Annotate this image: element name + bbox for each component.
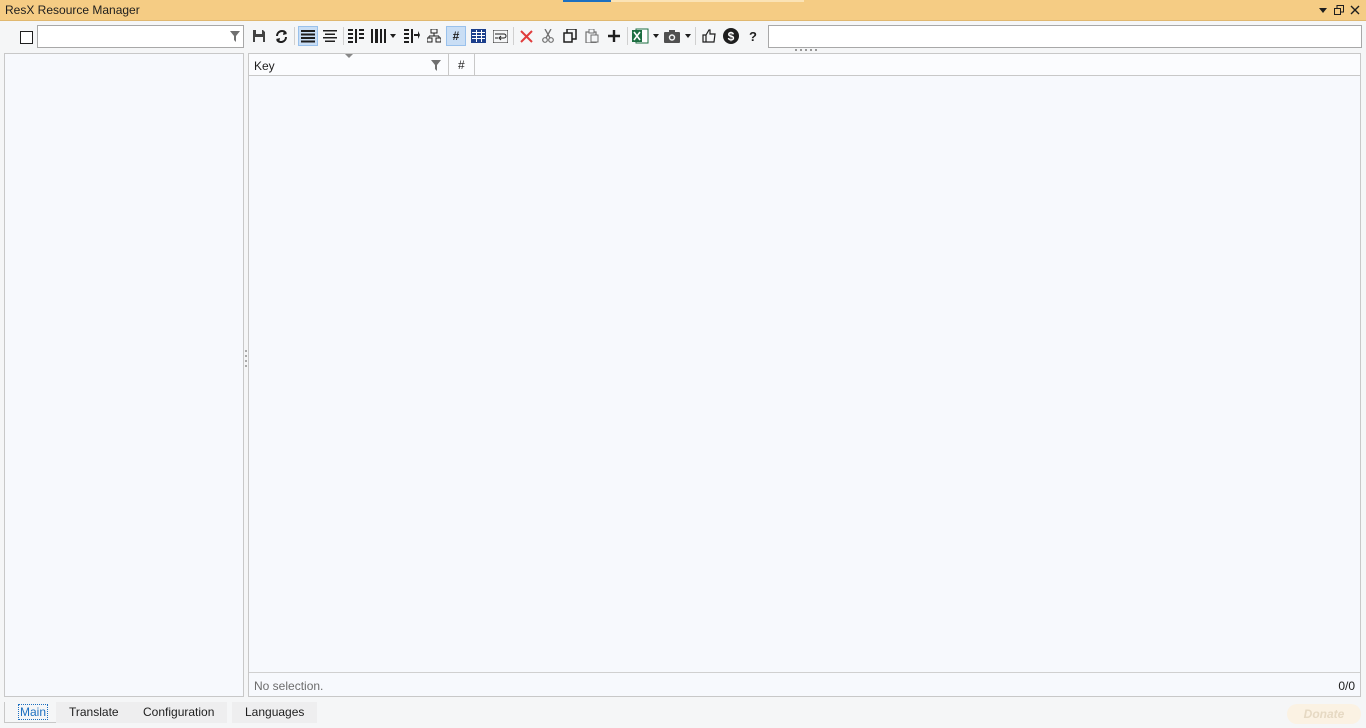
toolbar-separator: [294, 27, 295, 45]
window-titlebar: ResX Resource Manager: [0, 0, 1366, 21]
resource-grid[interactable]: Key # No selection. 0/0: [248, 53, 1361, 697]
tab-translate[interactable]: Translate: [56, 702, 132, 723]
move-column-icon[interactable]: [402, 26, 422, 46]
tab-main[interactable]: Main: [4, 702, 63, 723]
window-title: ResX Resource Manager: [5, 3, 140, 17]
filter-icon: [230, 31, 240, 42]
item-count: 0/0: [1338, 679, 1355, 693]
close-icon[interactable]: [1348, 3, 1362, 17]
delete-icon[interactable]: [516, 26, 536, 46]
column-header-key[interactable]: Key: [249, 54, 449, 76]
column-filter-icon[interactable]: [431, 60, 441, 71]
list-view-icon[interactable]: [298, 26, 318, 46]
dropdown-arrow-icon[interactable]: [1316, 3, 1330, 17]
toolbar-separator: [513, 27, 514, 45]
bottom-tabs: Main Translate Configuration Languages: [0, 700, 1366, 728]
toolbar: # $ ?: [0, 22, 1366, 51]
save-icon[interactable]: [249, 26, 269, 46]
project-tree-panel[interactable]: [4, 53, 244, 697]
toolbar-grip[interactable]: [795, 49, 817, 52]
column-header-label: Key: [254, 59, 275, 73]
toolbar-separator: [343, 27, 344, 45]
svg-text:$: $: [728, 30, 735, 44]
donate-dollar-icon[interactable]: $: [721, 26, 741, 46]
word-wrap-icon[interactable]: [490, 26, 510, 46]
tab-languages[interactable]: Languages: [232, 702, 318, 723]
reload-icon[interactable]: [271, 26, 291, 46]
selection-status: No selection.: [254, 679, 324, 693]
project-filter-input[interactable]: [37, 25, 244, 48]
titlebar-accent-light: [611, 0, 804, 2]
panel-splitter[interactable]: [244, 350, 247, 372]
toolbar-separator: [695, 27, 696, 45]
add-icon[interactable]: [604, 26, 624, 46]
column-header-label: #: [458, 58, 465, 72]
paste-icon[interactable]: [582, 26, 602, 46]
cut-icon[interactable]: [538, 26, 558, 46]
hierarchy-icon[interactable]: [424, 26, 444, 46]
grid-status-bar: No selection. 0/0: [249, 672, 1360, 696]
thumbs-up-icon[interactable]: [699, 26, 719, 46]
column-chooser-dropdown[interactable]: [369, 26, 399, 46]
select-all-checkbox[interactable]: [20, 31, 33, 44]
help-icon[interactable]: ?: [743, 26, 763, 46]
donate-button[interactable]: Donate: [1287, 704, 1361, 724]
toolbar-separator: [627, 27, 628, 45]
columns-icon[interactable]: [346, 26, 366, 46]
sort-arrow-icon: [345, 54, 353, 58]
show-count-hash-icon[interactable]: #: [446, 26, 466, 46]
snapshot-camera-dropdown[interactable]: [663, 26, 693, 46]
excel-export-dropdown[interactable]: [631, 26, 661, 46]
restore-icon[interactable]: [1332, 3, 1346, 17]
column-header-count[interactable]: #: [449, 54, 475, 76]
titlebar-accent: [563, 0, 611, 2]
align-center-icon[interactable]: [320, 26, 340, 46]
tab-configuration[interactable]: Configuration: [130, 702, 228, 723]
search-input[interactable]: [768, 25, 1362, 48]
copy-icon[interactable]: [560, 26, 580, 46]
grid-header: Key #: [249, 54, 1360, 76]
grid-view-icon[interactable]: [468, 26, 488, 46]
